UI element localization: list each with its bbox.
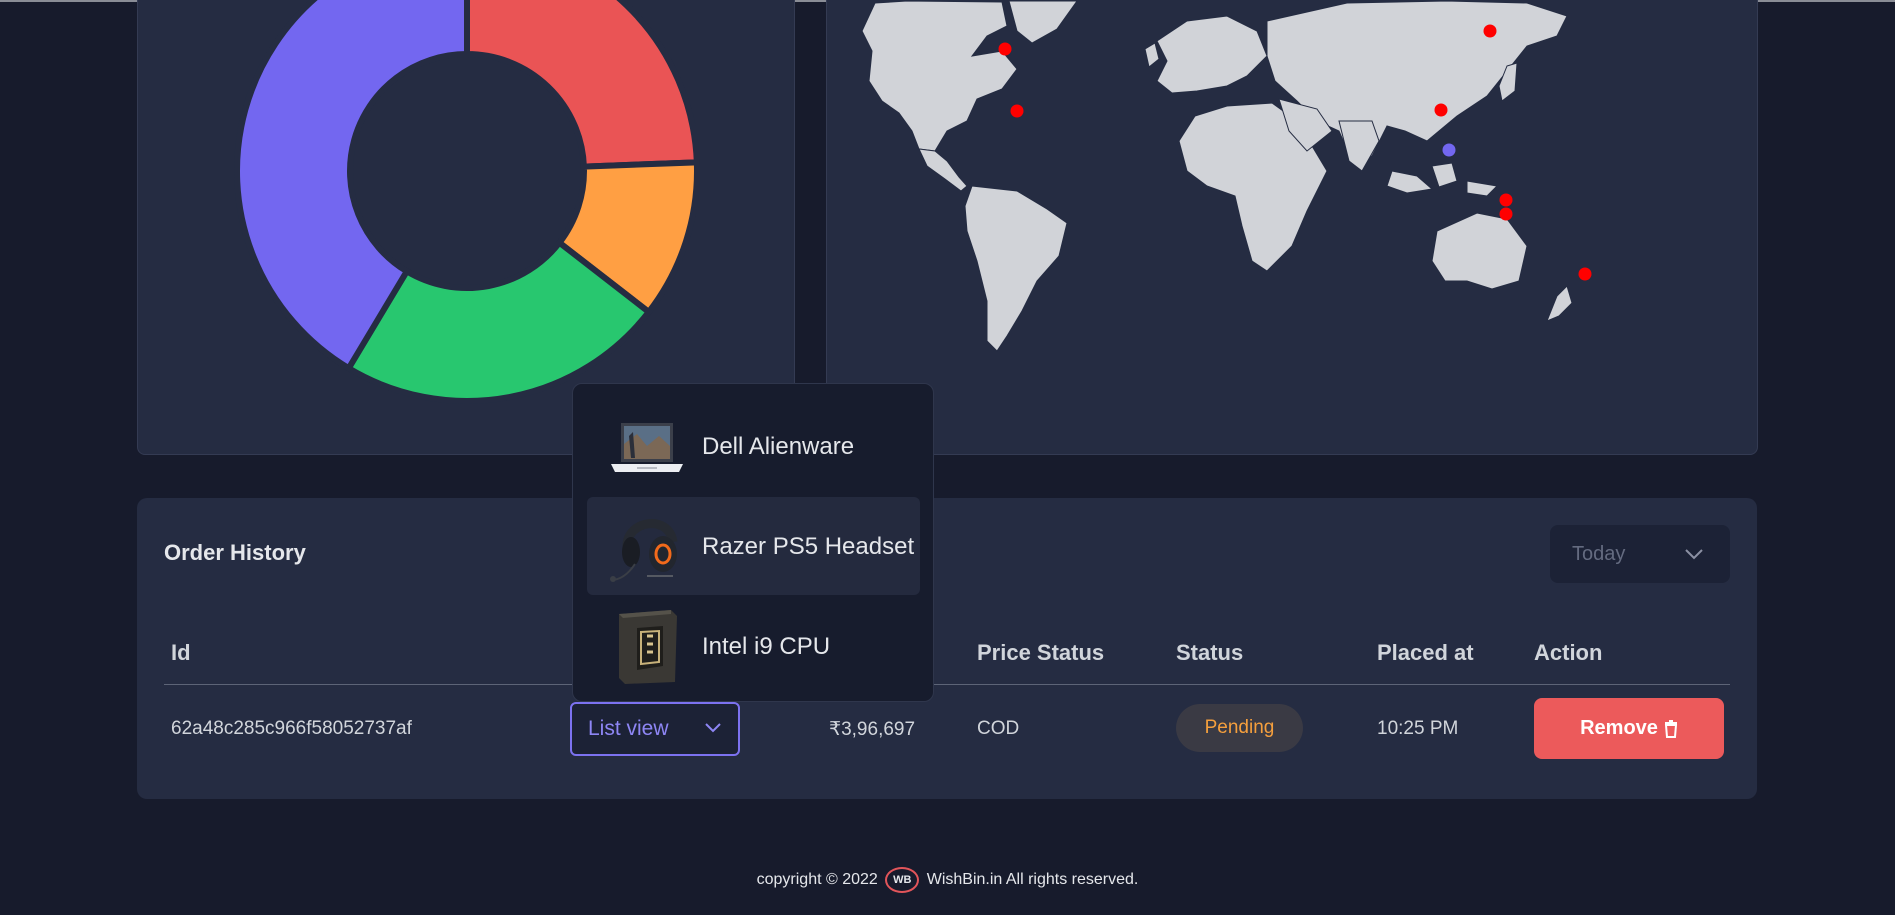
order-history-card: Order History Today Id Price Status Stat… <box>137 498 1757 799</box>
map-region-indonesia <box>1386 170 1434 194</box>
remove-button[interactable]: Remove <box>1534 698 1724 759</box>
list-item[interactable]: Dell Alienware <box>587 397 920 495</box>
map-region-australia <box>1431 212 1528 290</box>
trash-icon <box>1664 719 1677 738</box>
date-range-value: Today <box>1572 543 1626 565</box>
map-marker[interactable] <box>1578 267 1592 281</box>
map-region-india <box>1338 120 1380 172</box>
status-badge: Pending <box>1176 704 1303 752</box>
map-region-new-guinea <box>1466 180 1499 197</box>
order-id: 62a48c285c966f58052737af <box>171 718 412 739</box>
cpu-box-image <box>619 610 677 684</box>
footer-brand-text: WishBin.in All rights reserved. <box>926 871 1139 889</box>
order-items-dropdown: Dell Alienware Razer PS5 Headset Intel i… <box>572 383 934 702</box>
map-marker[interactable] <box>1499 207 1513 221</box>
donut-slice-0[interactable] <box>464 0 700 170</box>
map-marker[interactable] <box>1434 103 1448 117</box>
column-header-price-status: Price Status <box>977 640 1105 665</box>
list-item[interactable]: Razer PS5 Headset <box>587 497 920 595</box>
column-header-placed-at: Placed at <box>1377 640 1474 665</box>
map-marker[interactable] <box>1442 143 1456 157</box>
map-marker[interactable] <box>1499 193 1513 207</box>
map-region-central-america <box>918 148 968 192</box>
order-amount: ₹3,96,697 <box>829 719 916 740</box>
placed-at: 10:25 PM <box>1377 718 1459 739</box>
map-marker[interactable] <box>1010 104 1024 118</box>
wishbin-logo[interactable]: WB <box>885 867 920 893</box>
copyright-text: copyright © 2022 <box>756 871 878 889</box>
map-marker[interactable] <box>998 42 1012 56</box>
map-region-borneo <box>1431 162 1458 188</box>
column-header-id: Id <box>171 640 191 665</box>
headset-image <box>610 519 678 582</box>
remove-label: Remove <box>1580 717 1658 739</box>
list-view-label: List view <box>588 717 669 740</box>
map-region-uk <box>1144 42 1160 68</box>
item-name: Dell Alienware <box>702 433 855 460</box>
map-region-greenland <box>1008 0 1078 44</box>
date-range-select[interactable]: Today <box>1550 525 1730 583</box>
price-status: COD <box>977 718 1020 739</box>
footer: copyright © 2022 WB WishBin.in All right… <box>0 867 1895 893</box>
item-name: Intel i9 CPU <box>702 633 831 660</box>
map-region-new-zealand <box>1546 285 1573 322</box>
map-region-europe <box>1156 15 1268 94</box>
column-header-status: Status <box>1176 640 1244 665</box>
map-region-north-america <box>861 0 1018 152</box>
map-region-south-america <box>964 185 1068 352</box>
map-marker[interactable] <box>1483 24 1497 38</box>
order-history-title: Order History <box>164 540 306 565</box>
table-header-divider <box>164 684 1730 685</box>
list-view-button[interactable]: List view <box>570 702 740 756</box>
item-name: Razer PS5 Headset <box>702 533 915 560</box>
world-map <box>861 0 1592 352</box>
chevron-down-icon <box>1685 549 1703 560</box>
world-map-card <box>826 0 1758 455</box>
list-item[interactable]: Intel i9 CPU <box>587 597 920 695</box>
chevron-down-icon <box>705 723 721 733</box>
column-header-action: Action <box>1534 640 1603 665</box>
laptop-image <box>611 423 683 472</box>
